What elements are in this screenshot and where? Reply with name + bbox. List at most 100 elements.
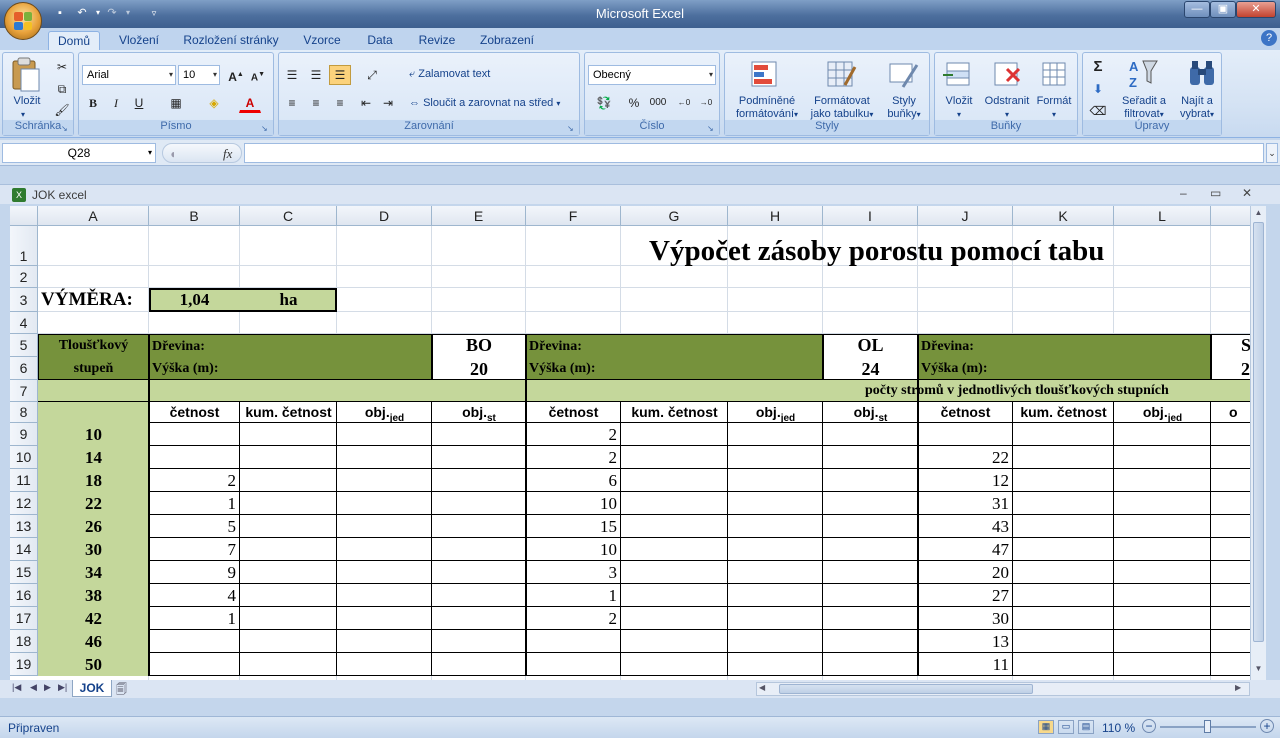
row-header[interactable]: 8 — [10, 402, 38, 423]
table-cell[interactable] — [823, 584, 918, 607]
table-cell[interactable] — [1211, 469, 1250, 492]
table-cell[interactable] — [337, 538, 432, 561]
table-cell[interactable] — [1114, 423, 1211, 446]
row-header[interactable]: 5 — [10, 334, 38, 357]
paste-button[interactable]: Vložit — [7, 95, 47, 108]
column-header[interactable]: J — [918, 206, 1013, 226]
sort-filter-button[interactable]: Seřadit a filtrovat▾ — [1117, 95, 1171, 121]
table-cell[interactable] — [337, 653, 432, 676]
tab-home[interactable]: Domů — [48, 31, 100, 50]
row-header[interactable]: 10 — [10, 446, 38, 469]
minimize-icon[interactable]: — — [1184, 1, 1210, 18]
increase-indent-icon[interactable]: ⇥ — [377, 93, 399, 113]
table-cell[interactable] — [1211, 423, 1250, 446]
table-cell[interactable] — [240, 630, 337, 653]
customize-toolbar-icon[interactable]: ▿ — [146, 5, 162, 21]
table-cell[interactable] — [1211, 630, 1250, 653]
row-header[interactable]: 7 — [10, 380, 38, 402]
wrap-text-button[interactable]: ⤶ Zalamovat text — [409, 68, 490, 81]
tab-page-layout[interactable]: Rozložení stránky — [178, 31, 284, 50]
expand-formula-bar-icon[interactable]: ⌄ — [1266, 143, 1278, 163]
row-header[interactable]: 16 — [10, 584, 38, 607]
row-header[interactable]: 15 — [10, 561, 38, 584]
table-cell[interactable] — [1211, 538, 1250, 561]
row-header[interactable]: 19 — [10, 653, 38, 676]
table-cell[interactable] — [1211, 584, 1250, 607]
table-cell[interactable] — [1013, 630, 1114, 653]
maximize-icon[interactable]: ▣ — [1210, 1, 1236, 18]
table-cell[interactable] — [1114, 492, 1211, 515]
vertical-scrollbar[interactable]: ▲ ▼ — [1250, 206, 1266, 680]
page-layout-view-icon[interactable]: ▭ — [1058, 720, 1074, 734]
table-cell[interactable] — [621, 561, 728, 584]
align-center-icon[interactable]: ≡ — [305, 93, 327, 113]
table-cell[interactable] — [240, 561, 337, 584]
percent-button[interactable]: % — [623, 93, 645, 113]
table-cell[interactable] — [432, 607, 526, 630]
tab-data[interactable]: Data — [360, 31, 400, 50]
zoom-out-icon[interactable]: − — [1142, 719, 1156, 733]
row-header[interactable]: 13 — [10, 515, 38, 538]
office-button[interactable] — [4, 2, 42, 40]
table-cell[interactable] — [1114, 538, 1211, 561]
table-cell[interactable] — [1114, 515, 1211, 538]
tab-insert[interactable]: Vložení — [108, 31, 170, 50]
row-header[interactable]: 2 — [10, 266, 38, 288]
sheet-tab-jok[interactable]: JOK — [72, 680, 112, 697]
row-header[interactable]: 9 — [10, 423, 38, 446]
scroll-up-icon[interactable]: ▲ — [1253, 208, 1264, 220]
table-cell[interactable] — [728, 515, 823, 538]
table-cell[interactable] — [728, 630, 823, 653]
format-cells-button[interactable]: Formát ▾ — [1033, 95, 1075, 121]
table-cell[interactable] — [1013, 584, 1114, 607]
table-cell[interactable] — [240, 469, 337, 492]
underline-button[interactable]: U — [128, 93, 150, 113]
horizontal-scrollbar[interactable]: ◀ ▶ — [756, 682, 1250, 696]
redo-icon[interactable]: ↷ — [104, 5, 120, 21]
row-header[interactable]: 1 — [10, 226, 38, 266]
column-header[interactable]: F — [526, 206, 621, 226]
table-cell[interactable] — [432, 446, 526, 469]
clipboard-launcher-icon[interactable]: ↘ — [61, 124, 70, 133]
conditional-formatting-button[interactable]: Podmíněné formátování▾ — [729, 95, 805, 121]
row-header[interactable]: 3 — [10, 288, 38, 312]
page-break-view-icon[interactable]: ▤ — [1078, 720, 1094, 734]
autosum-button[interactable]: Σ — [1087, 57, 1109, 77]
insert-function-button[interactable]: fx — [223, 146, 232, 162]
table-cell[interactable] — [337, 446, 432, 469]
table-cell[interactable] — [823, 653, 918, 676]
font-launcher-icon[interactable]: ↘ — [261, 124, 270, 133]
table-cell[interactable] — [432, 515, 526, 538]
table-cell[interactable] — [1114, 653, 1211, 676]
table-cell[interactable] — [337, 469, 432, 492]
paste-icon[interactable] — [9, 57, 41, 93]
font-size-select[interactable]: 10 ▾ — [178, 65, 220, 85]
table-cell[interactable] — [432, 561, 526, 584]
increase-decimal-icon[interactable]: ←0 — [673, 93, 695, 113]
number-format-select[interactable]: Obecný ▾ — [588, 65, 716, 85]
table-cell[interactable] — [1013, 446, 1114, 469]
table-cell[interactable] — [337, 492, 432, 515]
table-cell[interactable] — [432, 538, 526, 561]
table-cell[interactable] — [1013, 538, 1114, 561]
table-cell[interactable] — [432, 630, 526, 653]
table-cell[interactable] — [621, 538, 728, 561]
table-cell[interactable] — [1013, 653, 1114, 676]
row-header[interactable]: 14 — [10, 538, 38, 561]
column-header[interactable]: G — [621, 206, 728, 226]
italic-button[interactable]: I — [105, 93, 127, 113]
column-header[interactable]: L — [1114, 206, 1211, 226]
table-cell[interactable] — [823, 630, 918, 653]
help-icon[interactable]: ? — [1261, 30, 1277, 46]
table-cell[interactable] — [1114, 561, 1211, 584]
table-cell[interactable] — [1114, 446, 1211, 469]
table-cell[interactable] — [1013, 423, 1114, 446]
row-header[interactable]: 4 — [10, 312, 38, 334]
table-cell[interactable] — [823, 538, 918, 561]
table-cell[interactable] — [823, 607, 918, 630]
table-cell[interactable] — [240, 607, 337, 630]
table-cell[interactable] — [432, 423, 526, 446]
column-header[interactable]: D — [337, 206, 432, 226]
table-cell[interactable] — [621, 515, 728, 538]
shrink-font-icon[interactable]: A▼ — [247, 65, 269, 85]
